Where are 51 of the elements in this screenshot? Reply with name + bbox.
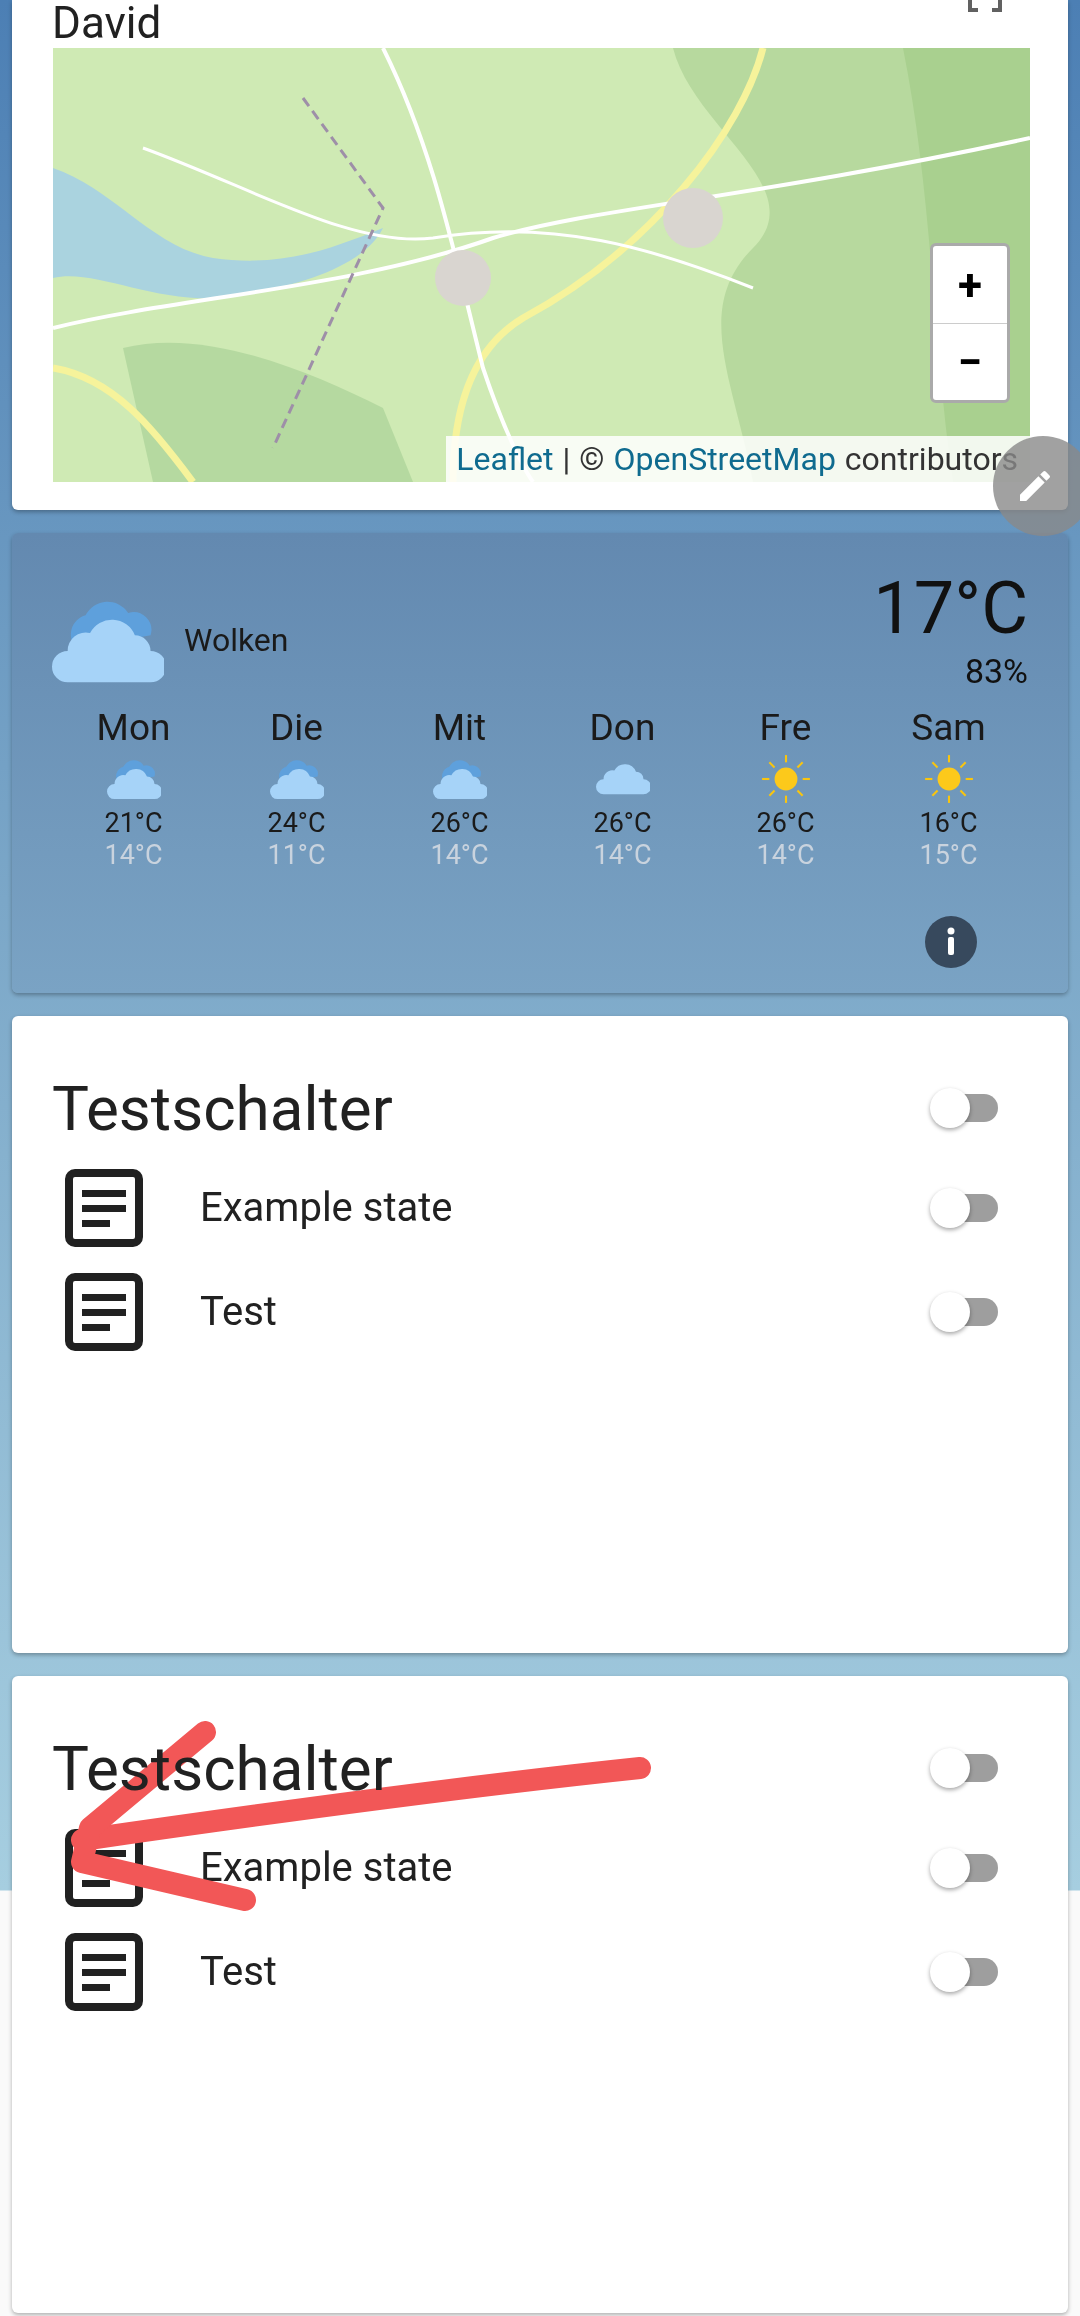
sun-icon (759, 753, 812, 805)
document-icon (64, 1828, 144, 1908)
forecast-low: 14°C (593, 839, 652, 871)
toggle-switch[interactable] (930, 1188, 998, 1228)
toggle-switch[interactable] (930, 1292, 998, 1332)
forecast-low: 14°C (430, 839, 489, 871)
current-temperature: 17°C (873, 567, 1028, 651)
toggle-switch[interactable] (930, 1848, 998, 1888)
forecast-day: Mit (432, 705, 487, 751)
entity-name: Example state (200, 1843, 454, 1893)
entity-name: Example state (200, 1183, 454, 1233)
document-icon (64, 1932, 144, 2012)
forecast-high: 26°C (430, 807, 489, 839)
forecast-low: 14°C (756, 839, 815, 871)
document-icon (64, 1168, 144, 1248)
sun-icon (922, 753, 975, 805)
forecast-high: 24°C (267, 807, 326, 839)
forecast-day: Fre (759, 705, 812, 751)
cloud-icon (269, 757, 324, 801)
forecast-day: Die (270, 705, 323, 751)
cloud-icon (106, 757, 161, 801)
zoom-in-button[interactable]: + (933, 246, 1007, 324)
toggle-switch[interactable] (930, 1088, 998, 1128)
cloud-icon (595, 762, 650, 796)
toggle-switch[interactable] (930, 1748, 998, 1788)
fullscreen-icon (968, 0, 1002, 12)
forecast-low: 15°C (919, 839, 978, 871)
attribution-text: | (562, 439, 571, 480)
attribution-link[interactable]: OpenStreetMap (613, 435, 836, 482)
entity-name: Test (200, 1947, 278, 1997)
forecast-high: 26°C (593, 807, 652, 839)
cloud-icon (432, 757, 487, 801)
entity-name: Test (200, 1287, 278, 1337)
card-title: Testschalter (52, 1070, 393, 1147)
humidity: 83% (964, 651, 1028, 691)
info-icon[interactable] (925, 916, 977, 968)
forecast-day: Don (589, 705, 656, 751)
forecast-high: 21°C (104, 807, 163, 839)
forecast-high: 26°C (756, 807, 815, 839)
forecast-low: 11°C (267, 839, 326, 871)
document-icon (64, 1272, 144, 1352)
attribution-text: © (579, 439, 605, 480)
forecast-high: 16°C (919, 807, 978, 839)
forecast-day: Sam (911, 705, 986, 751)
weather-condition: Wolken (184, 619, 289, 661)
card-title: David (52, 0, 162, 46)
forecast-low: 14°C (104, 839, 163, 871)
zoom-out-button[interactable]: − (933, 324, 1007, 400)
attribution-link[interactable]: Leaflet (456, 435, 554, 482)
forecast-day: Mon (96, 705, 171, 751)
toggle-switch[interactable] (930, 1952, 998, 1992)
